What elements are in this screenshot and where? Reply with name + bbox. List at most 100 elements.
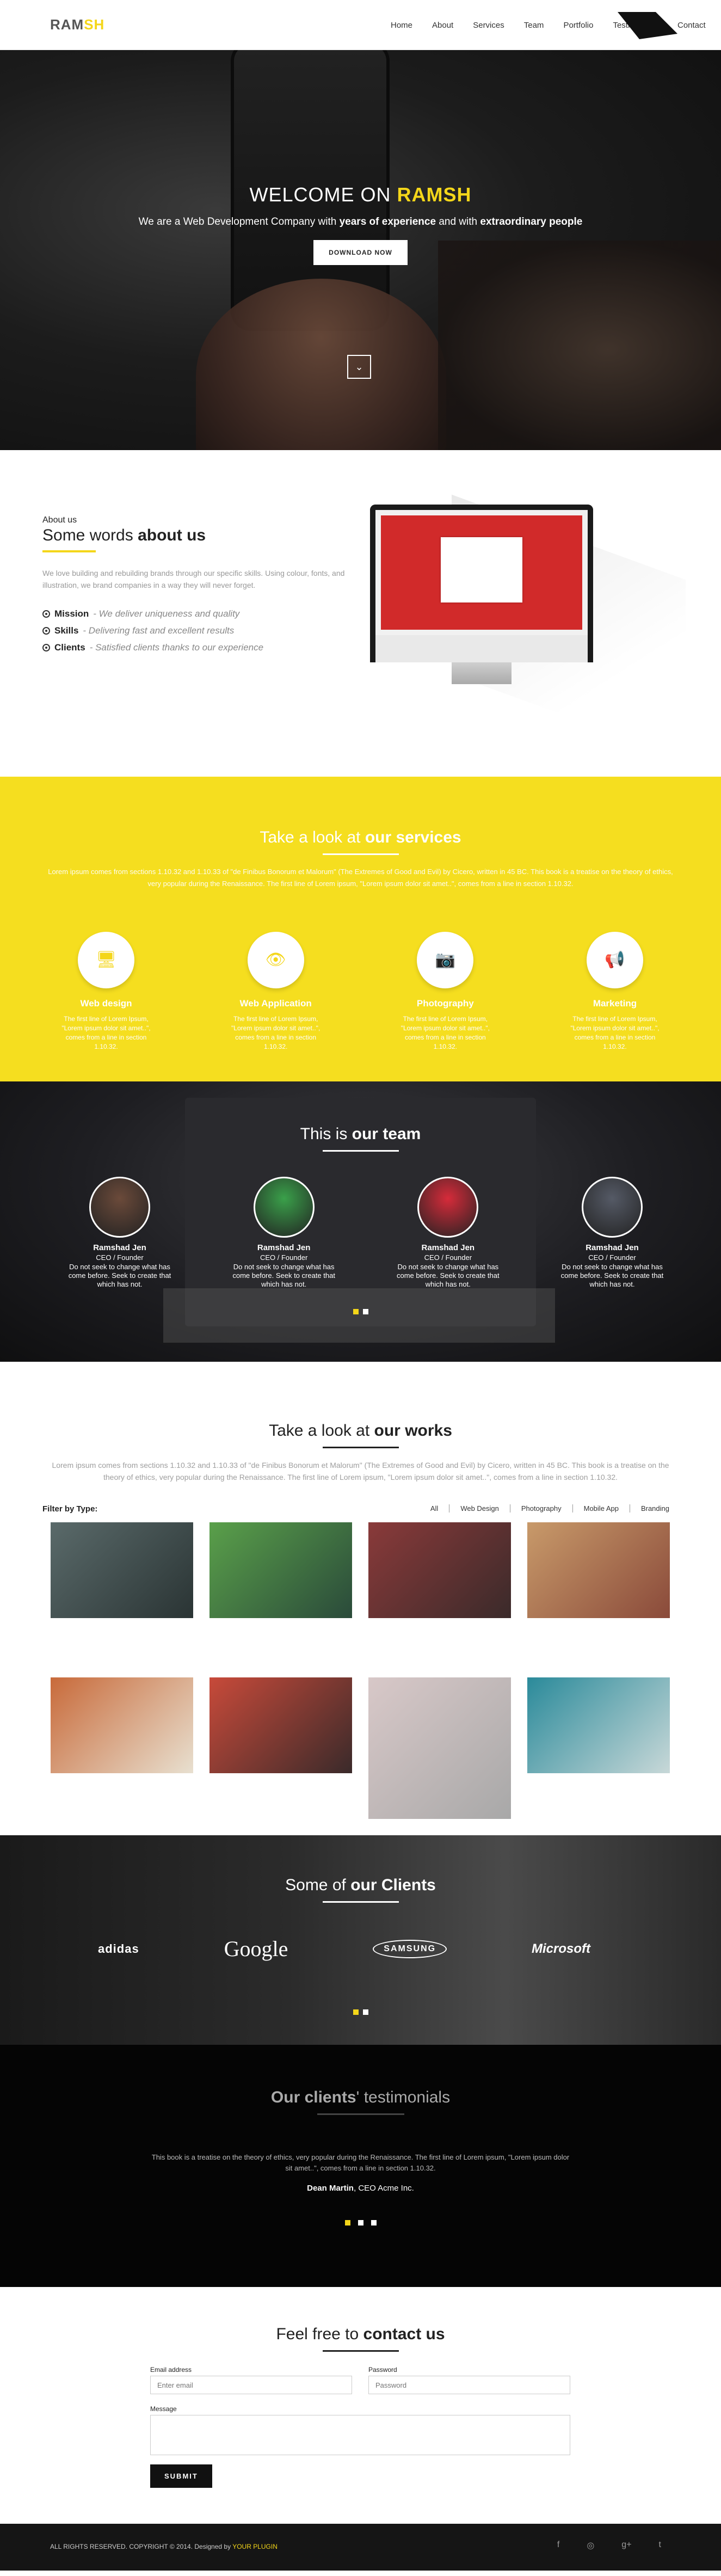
carousel-dot[interactable] [362, 1309, 368, 1314]
filter-branding[interactable]: Branding [630, 1504, 669, 1513]
navbar: RAMSH Home About Services Team Portfolio… [0, 0, 721, 50]
contact-title-part1: Feel free to [276, 2325, 363, 2343]
avatar[interactable] [89, 1177, 150, 1238]
team-title: This is our team [0, 1081, 721, 1143]
portfolio-item[interactable] [51, 1522, 193, 1618]
hero-title: WELCOME ON RAMSH [0, 183, 721, 206]
carousel-dot-active[interactable] [353, 1309, 359, 1314]
password-field-group: Password [368, 2366, 570, 2394]
nav-item-about[interactable]: About [432, 21, 453, 30]
author-name: Dean Martin [307, 2184, 354, 2193]
download-now-button[interactable]: DOWNLOAD NOW [313, 240, 408, 265]
message-field[interactable] [150, 2415, 570, 2455]
facebook-icon[interactable]: f [557, 2540, 559, 2551]
team-member-card: Ramshad Jen CEO / Founder Do not seek to… [388, 1177, 508, 1289]
member-bio: Do not seek to change what has come befo… [397, 1263, 500, 1288]
hero-section: WELCOME ON RAMSH We are a Web Developmen… [0, 50, 721, 450]
nav-item-team[interactable]: Team [524, 21, 544, 30]
about-small-title: About us [42, 515, 77, 525]
carousel-dot[interactable] [362, 2009, 368, 2015]
services-section: Take a look at our services Lorem ipsum … [0, 777, 721, 1081]
portfolio-item[interactable] [209, 1677, 352, 1773]
megaphone-icon: 📢 [586, 932, 643, 988]
about-item-clients: Clients - Satisfied clients thanks to ou… [42, 639, 263, 656]
copyright: ALL RIGHTS RESERVED. COPYRIGHT © 2014. D… [50, 2543, 278, 2550]
imac-body [370, 505, 593, 662]
about-big-title: Some words about us [42, 526, 206, 545]
service-web-design[interactable]: 🖥 Web design The first line of Lorem Ips… [60, 932, 152, 1052]
hero-subtitle-bold2: extraordinary people [480, 216, 583, 228]
avatar[interactable] [417, 1177, 479, 1238]
service-text: The first line of Lorem Ipsum, "Lorem ip… [400, 1015, 490, 1050]
works-underline [322, 1447, 399, 1448]
password-field[interactable] [368, 2376, 570, 2394]
hero-hand-image [196, 279, 446, 450]
services-underline [322, 853, 399, 855]
designer-link[interactable]: YOUR PLUGIN [232, 2543, 278, 2550]
service-web-application[interactable]: 👁 Web Application The first line of Lore… [230, 932, 322, 1052]
team-carousel-dots [0, 1309, 721, 1314]
nav-item-contact[interactable]: Contact [677, 21, 706, 30]
scroll-down-icon[interactable]: ⌄ [347, 355, 371, 379]
member-role: CEO / Founder [96, 1253, 144, 1262]
carousel-dot[interactable] [358, 2220, 363, 2225]
carousel-dot[interactable] [371, 2220, 377, 2225]
email-label: Email address [150, 2366, 192, 2374]
team-background-stand [163, 1288, 555, 1343]
clients-section: Some of our Clients adidas Google SAMSUN… [0, 1835, 721, 2045]
filter-label: Filter by Type: [42, 1504, 98, 1514]
portfolio-item[interactable] [527, 1677, 670, 1773]
carousel-dot-active[interactable] [353, 2009, 359, 2015]
avatar[interactable] [581, 1177, 643, 1238]
camera-icon: 📷 [417, 932, 474, 988]
carousel-dot-active[interactable] [344, 2220, 350, 2225]
portfolio-item[interactable] [51, 1677, 193, 1773]
testimonial-author: Dean Martin, CEO Acme Inc. [0, 2184, 721, 2193]
portfolio-item[interactable] [368, 1522, 511, 1618]
email-field[interactable] [150, 2376, 352, 2394]
services-title: Take a look at our services [0, 777, 721, 847]
services-title-part2: our services [365, 828, 461, 846]
hero-content: WELCOME ON RAMSH We are a Web Developmen… [0, 183, 721, 265]
about-item-label: Mission [54, 608, 89, 619]
nav-item-home[interactable]: Home [391, 21, 412, 30]
about-underline [42, 550, 96, 552]
submit-button[interactable]: SUBMIT [150, 2464, 212, 2488]
team-section: This is our team Ramshad Jen CEO / Found… [0, 1081, 721, 1362]
portfolio-item[interactable] [209, 1522, 352, 1618]
twitter-icon[interactable]: t [659, 2540, 661, 2551]
filter-mobile-app[interactable]: Mobile App [573, 1504, 630, 1513]
logo[interactable]: RAMSH [50, 16, 104, 33]
service-marketing[interactable]: 📢 Marketing The first line of Lorem Ipsu… [569, 932, 661, 1052]
service-photography[interactable]: 📷 Photography The first line of Lorem Ip… [399, 932, 491, 1052]
hero-subtitle: We are a Web Development Company with ye… [0, 216, 721, 228]
samsung-logo: SAMSUNG [373, 1939, 447, 1958]
dribbble-icon[interactable]: ◎ [587, 2540, 594, 2551]
client-logos: adidas Google SAMSUNG Microsoft [98, 1936, 590, 1962]
filter-all[interactable]: All [420, 1504, 450, 1513]
team-title-part2: our team [352, 1125, 421, 1143]
eye-icon: 👁 [247, 932, 304, 988]
service-name: Web design [80, 998, 132, 1009]
google-plus-icon[interactable]: g+ [621, 2540, 631, 2551]
portfolio-item[interactable] [368, 1677, 511, 1819]
works-title: Take a look at our works [0, 1362, 721, 1440]
corner-ribbon-icon [618, 12, 677, 39]
footer: ALL RIGHTS RESERVED. COPYRIGHT © 2014. D… [0, 2524, 721, 2571]
copyright-text: ALL RIGHTS RESERVED. COPYRIGHT © 2014. D… [50, 2543, 233, 2550]
target-icon [42, 626, 50, 635]
filter-photography[interactable]: Photography [510, 1504, 573, 1513]
hero-subtitle-part2: and with [436, 216, 480, 228]
works-description: Lorem ipsum comes from sections 1.10.32 … [52, 1461, 669, 1481]
services-description: Lorem ipsum comes from sections 1.10.32 … [48, 868, 673, 888]
nav-item-portfolio[interactable]: Portfolio [563, 21, 593, 30]
testimonials-title: Our clients' testimonials [0, 2045, 721, 2107]
team-member-card: Ramshad Jen CEO / Founder Do not seek to… [224, 1177, 344, 1289]
hero-background-image [438, 241, 721, 450]
filter-web-design[interactable]: Web Design [449, 1504, 510, 1513]
nav-item-services[interactable]: Services [473, 21, 504, 30]
imac-image [370, 494, 686, 760]
portfolio-item[interactable] [527, 1522, 670, 1618]
clients-title: Some of our Clients [0, 1835, 721, 1895]
avatar[interactable] [253, 1177, 315, 1238]
